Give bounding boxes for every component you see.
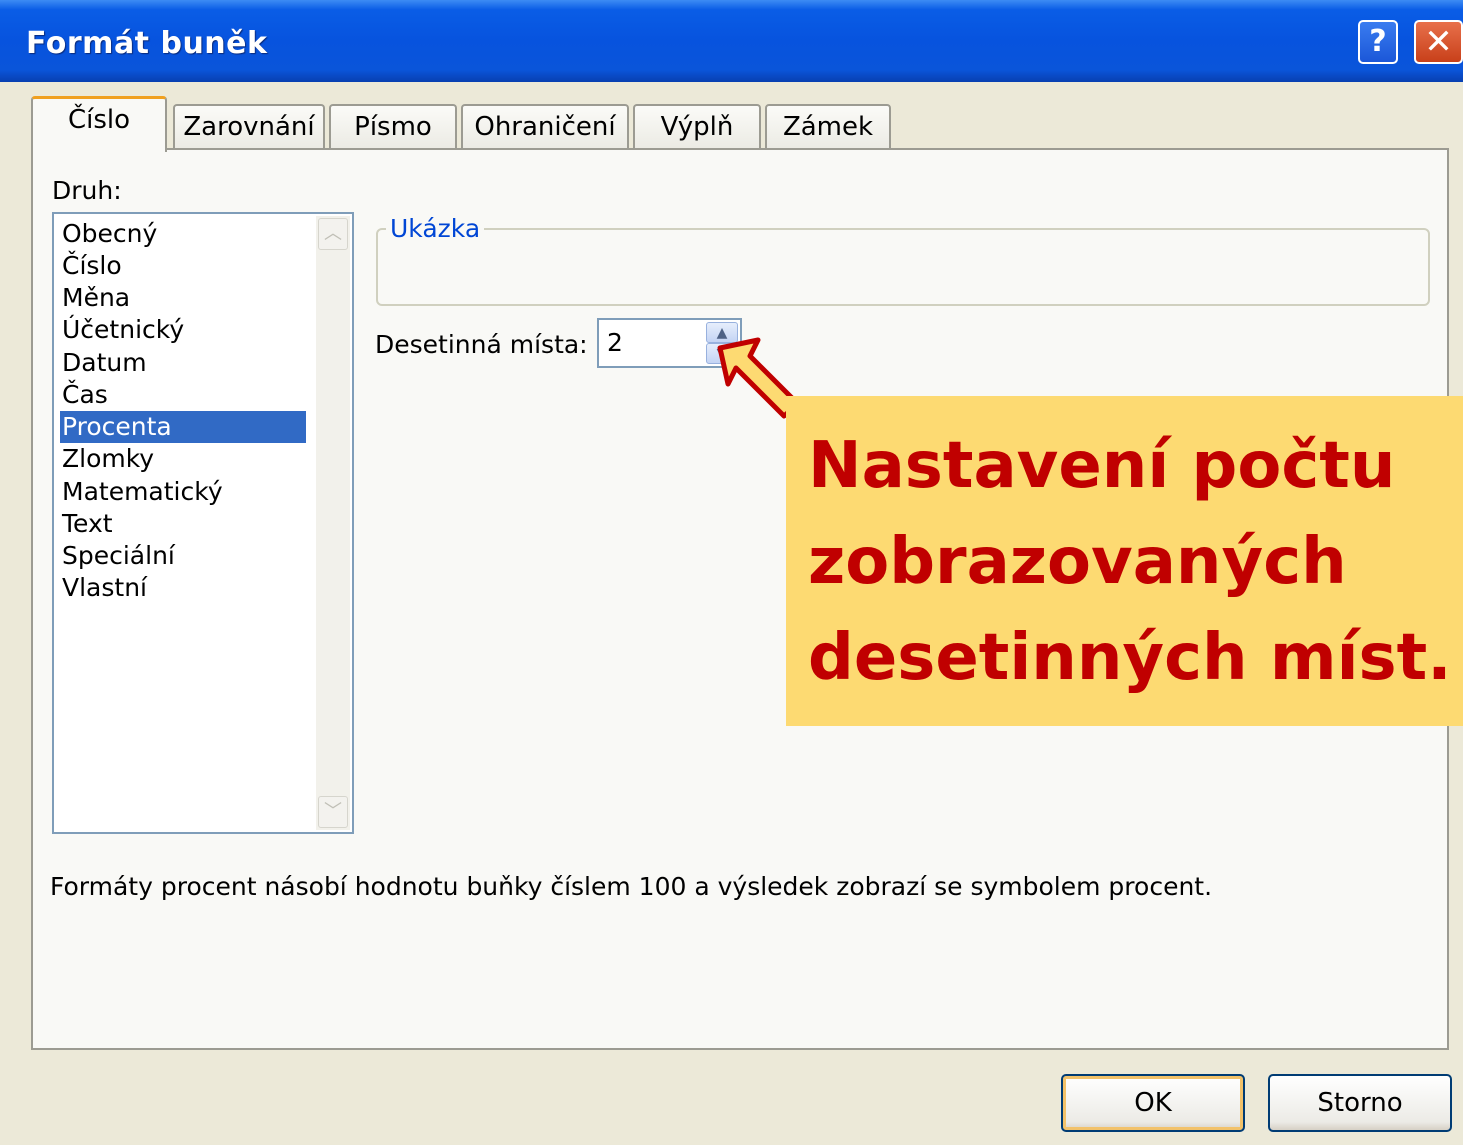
annotation-callout: Nastavení počtu zobrazovaných desetinnýc… (786, 396, 1463, 726)
tab-border[interactable]: Ohraničení (461, 104, 629, 150)
sample-groupbox (376, 228, 1430, 306)
format-cells-dialog: Formát buněk ? ✕ Číslo Zarovnání Písmo O… (0, 0, 1463, 1145)
list-item[interactable]: Účetnický (60, 314, 184, 346)
list-item[interactable]: Obecný (60, 218, 157, 250)
chevron-up-icon[interactable]: ︿ (318, 218, 348, 250)
callout-line: zobrazovaných (808, 525, 1347, 599)
sample-title: Ukázka (386, 214, 485, 243)
ok-button[interactable]: OK (1061, 1074, 1245, 1132)
list-item[interactable]: Vlastní (60, 572, 147, 604)
list-item[interactable]: Matematický (60, 476, 223, 508)
list-scrollbar[interactable]: ︿ ﹀ (316, 216, 350, 830)
chevron-down-icon[interactable]: ﹀ (318, 796, 348, 828)
list-item[interactable]: Číslo (60, 250, 122, 282)
help-button[interactable]: ? (1358, 20, 1398, 64)
list-item[interactable]: Speciální (60, 540, 175, 572)
callout-line: Nastavení počtu (808, 429, 1396, 503)
list-item-selected[interactable]: Procenta (60, 411, 306, 443)
tab-fill[interactable]: Výplň (633, 104, 761, 150)
list-item[interactable]: Text (60, 508, 113, 540)
tab-alignment[interactable]: Zarovnání (173, 104, 325, 150)
format-description: Formáty procent násobí hodnotu buňky čís… (50, 872, 1213, 901)
category-list[interactable]: Obecný Číslo Měna Účetnický Datum Čas Pr… (52, 212, 354, 834)
category-label: Druh: (52, 176, 122, 205)
tab-protection[interactable]: Zámek (765, 104, 891, 150)
callout-line: desetinných míst. (808, 621, 1452, 695)
title-bar[interactable]: Formát buněk ? ✕ (0, 0, 1463, 82)
close-button[interactable]: ✕ (1414, 20, 1463, 64)
cancel-button[interactable]: Storno (1268, 1074, 1452, 1132)
list-item[interactable]: Zlomky (60, 443, 154, 475)
tab-font[interactable]: Písmo (329, 104, 457, 150)
list-item[interactable]: Čas (60, 379, 108, 411)
list-item[interactable]: Měna (60, 282, 130, 314)
decimal-places-label: Desetinná místa: (375, 330, 588, 359)
tab-number[interactable]: Číslo (31, 96, 167, 152)
list-item[interactable]: Datum (60, 347, 147, 379)
decimal-places-value[interactable]: 2 (607, 328, 623, 357)
dialog-title: Formát buněk (26, 26, 268, 61)
